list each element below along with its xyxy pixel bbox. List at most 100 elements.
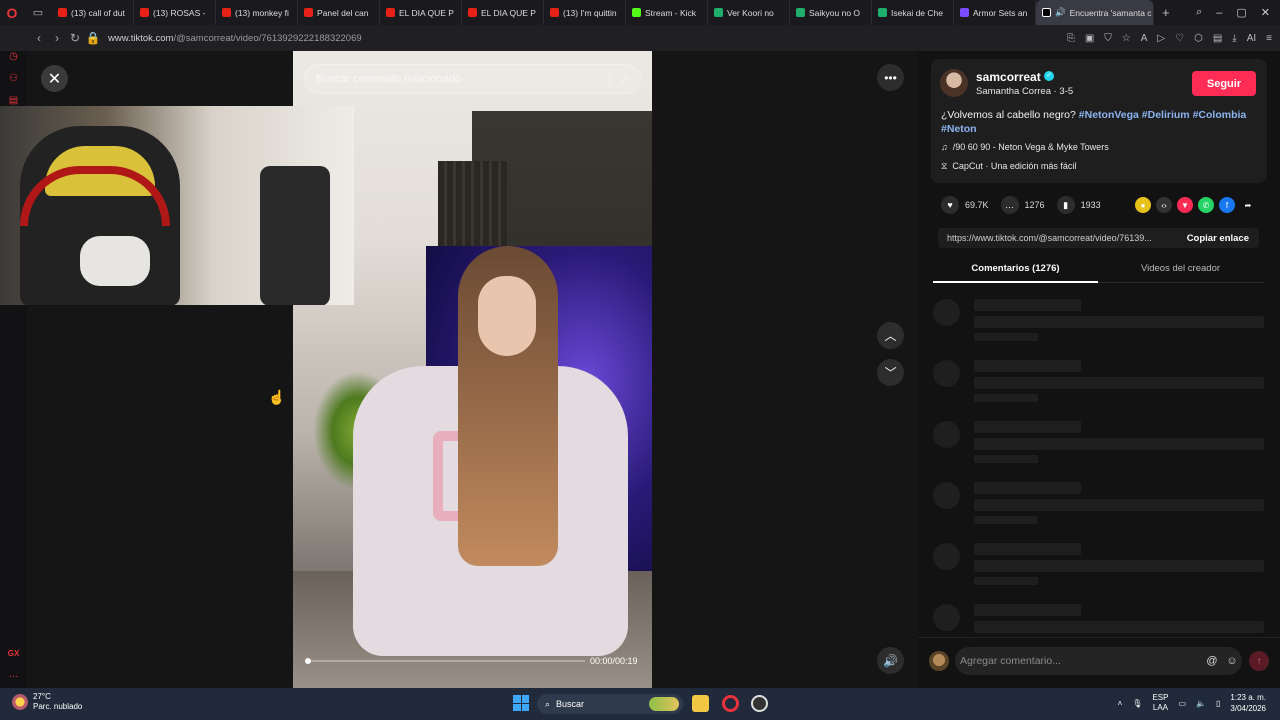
- pin-icon[interactable]: ▣: [1085, 33, 1094, 44]
- progress-handle[interactable]: [305, 658, 311, 664]
- speed-dial-icon[interactable]: ◷: [7, 51, 20, 64]
- gx-control-icon[interactable]: ⚇: [7, 73, 20, 86]
- creator-avatar[interactable]: [940, 69, 968, 97]
- language-indicator[interactable]: ESP LAA: [1152, 693, 1168, 713]
- opera-gx-taskbar-icon[interactable]: [722, 695, 739, 712]
- start-button[interactable]: [513, 695, 529, 711]
- browser-tab[interactable]: EL DIA QUE P: [380, 0, 462, 25]
- close-icon: ✕: [47, 70, 62, 88]
- reload-icon[interactable]: ↻: [66, 31, 84, 45]
- hashtag[interactable]: #NetonVega: [1079, 109, 1139, 121]
- minimize-icon[interactable]: –: [1216, 7, 1222, 19]
- tab-overview-icon[interactable]: ▭: [24, 0, 52, 25]
- chevron-up-icon[interactable]: ˄: [1118, 699, 1123, 708]
- browser-tab[interactable]: Stream - Kick: [626, 0, 708, 25]
- tab-creator-videos[interactable]: Videos del creador: [1098, 258, 1263, 283]
- app-taskbar-icon[interactable]: [751, 695, 768, 712]
- volume-icon[interactable]: 🔈: [1196, 699, 1206, 708]
- more-icon[interactable]: …: [7, 669, 20, 682]
- browser-tab[interactable]: (13) monkey fi: [216, 0, 298, 25]
- tab-active[interactable]: 🔊 Encuentra 'samanta c ×: [1036, 0, 1154, 25]
- search-tabs-icon[interactable]: ⌕: [1196, 6, 1202, 19]
- mention-icon[interactable]: @: [1202, 655, 1222, 667]
- embed-icon[interactable]: ‹›: [1156, 197, 1172, 213]
- wallet-icon[interactable]: ▤: [1213, 33, 1222, 44]
- save-button[interactable]: ▮ 1933: [1056, 196, 1101, 214]
- whatsapp-icon[interactable]: ✆: [1198, 197, 1214, 213]
- browser-tab[interactable]: Ver Koori no: [708, 0, 790, 25]
- previous-video-button[interactable]: ︿: [877, 322, 904, 349]
- browser-tab[interactable]: Armor Sets an: [954, 0, 1036, 25]
- browser-tab[interactable]: (13) call of dut: [52, 0, 134, 25]
- facebook-icon[interactable]: f: [1219, 197, 1235, 213]
- network-icon[interactable]: ▭: [1178, 699, 1186, 708]
- related-search[interactable]: Buscar contenido relacionado ⌕: [304, 64, 641, 94]
- hashtag[interactable]: #Delirium: [1142, 109, 1190, 121]
- lock-icon[interactable]: 🔒: [84, 31, 102, 45]
- like-button[interactable]: ♥ 69.7K: [941, 196, 989, 214]
- browser-tab[interactable]: Panel del can: [298, 0, 380, 25]
- share-arrow-icon[interactable]: ➦: [1240, 197, 1256, 213]
- copy-link-button[interactable]: Copiar enlace: [1177, 233, 1259, 244]
- close-window-icon[interactable]: ✕: [1261, 6, 1270, 19]
- capcut-label: CapCut · Una edición más fácil: [952, 161, 1077, 171]
- clock[interactable]: 1:23 a. m. 3/04/2026: [1230, 692, 1266, 714]
- bookmark-icon[interactable]: ☆: [1122, 33, 1131, 44]
- tab-label: (13) monkey fi: [235, 7, 289, 18]
- emoji-icon[interactable]: ☺: [1222, 655, 1242, 667]
- browser-tab[interactable]: (13) I'm quittin: [544, 0, 626, 25]
- related-search-input[interactable]: Buscar contenido relacionado: [316, 73, 609, 85]
- weather-widget[interactable]: 27°C Parc. nublado: [12, 692, 82, 712]
- creator-username[interactable]: samcorreat: [976, 70, 1041, 84]
- translate-icon[interactable]: A: [1141, 33, 1148, 44]
- opera-menu-icon[interactable]: O: [0, 0, 24, 25]
- hashtag[interactable]: #Neton: [941, 123, 977, 135]
- search-icon[interactable]: ⌕: [610, 72, 640, 87]
- comment-count: 1276: [1024, 200, 1045, 210]
- address-bar-tools: ⎘ ▣ ⛉ ☆ A ▷ ♡ ⬡ ▤ ⤓ AI ≡: [1067, 25, 1272, 51]
- file-explorer-icon[interactable]: [692, 695, 709, 712]
- microphone-icon[interactable]: 🎙: [1132, 699, 1142, 708]
- comment-button[interactable]: … 1276: [1000, 196, 1045, 214]
- extensions-icon[interactable]: ⬡: [1194, 33, 1203, 44]
- menu-icon[interactable]: ≡: [1266, 33, 1272, 44]
- comment-field[interactable]: @ ☺: [955, 647, 1242, 675]
- comment-input[interactable]: [960, 655, 1202, 667]
- adblock-icon[interactable]: ⛉: [1104, 33, 1112, 44]
- ai-icon[interactable]: AI: [1247, 33, 1256, 44]
- music-link[interactable]: ♫ /90 60 90 - Neton Vega & Myke Towers: [941, 142, 1109, 152]
- heart-icon[interactable]: ♡: [1175, 33, 1184, 44]
- tab-label: Stream - Kick: [645, 7, 697, 18]
- more-options-button[interactable]: •••: [877, 64, 904, 91]
- coin-icon[interactable]: ●: [1135, 197, 1151, 213]
- snapshot-icon[interactable]: ⎘: [1067, 33, 1075, 44]
- next-video-button[interactable]: ﹀: [877, 359, 904, 386]
- video-progress-bar[interactable]: [305, 658, 585, 664]
- play-icon[interactable]: ▷: [1157, 33, 1165, 44]
- volume-button[interactable]: 🔊: [877, 647, 904, 674]
- new-tab-button[interactable]: +: [1154, 5, 1178, 20]
- share-link[interactable]: https://www.tiktok.com/@samcorreat/video…: [938, 233, 1177, 243]
- tab-label: Encuentra 'samanta c: [1069, 7, 1152, 18]
- share-link-box: https://www.tiktok.com/@samcorreat/video…: [938, 228, 1259, 248]
- forward-icon[interactable]: ›: [48, 31, 66, 45]
- follow-button[interactable]: Seguir: [1192, 71, 1256, 96]
- capcut-link[interactable]: ⧖ CapCut · Una edición más fácil: [941, 161, 1076, 172]
- back-icon[interactable]: ‹: [30, 31, 48, 45]
- send-comment-button[interactable]: ↑: [1249, 651, 1269, 671]
- browser-tab[interactable]: EL DIA QUE P: [462, 0, 544, 25]
- hashtag[interactable]: #Colombia: [1193, 109, 1247, 121]
- browser-tab[interactable]: Isekai de Che: [872, 0, 954, 25]
- close-video-button[interactable]: ✕: [41, 65, 68, 92]
- maximize-icon[interactable]: ▢: [1236, 6, 1246, 19]
- taskbar-search[interactable]: ⌕ Buscar: [537, 694, 683, 714]
- browser-tab[interactable]: Saikyou no O: [790, 0, 872, 25]
- gx-label[interactable]: GX: [7, 649, 20, 662]
- url-field[interactable]: www.tiktok.com/@samcorreat/video/7613929…: [108, 33, 362, 44]
- temperature: 27°C: [33, 692, 51, 701]
- battery-icon[interactable]: ▯: [1216, 699, 1220, 708]
- browser-tab[interactable]: (13) ROSAS -: [134, 0, 216, 25]
- send-to-friends-icon[interactable]: ▼: [1177, 197, 1193, 213]
- download-icon[interactable]: ⤓: [1232, 33, 1236, 44]
- tab-comments[interactable]: Comentarios (1276): [933, 258, 1098, 283]
